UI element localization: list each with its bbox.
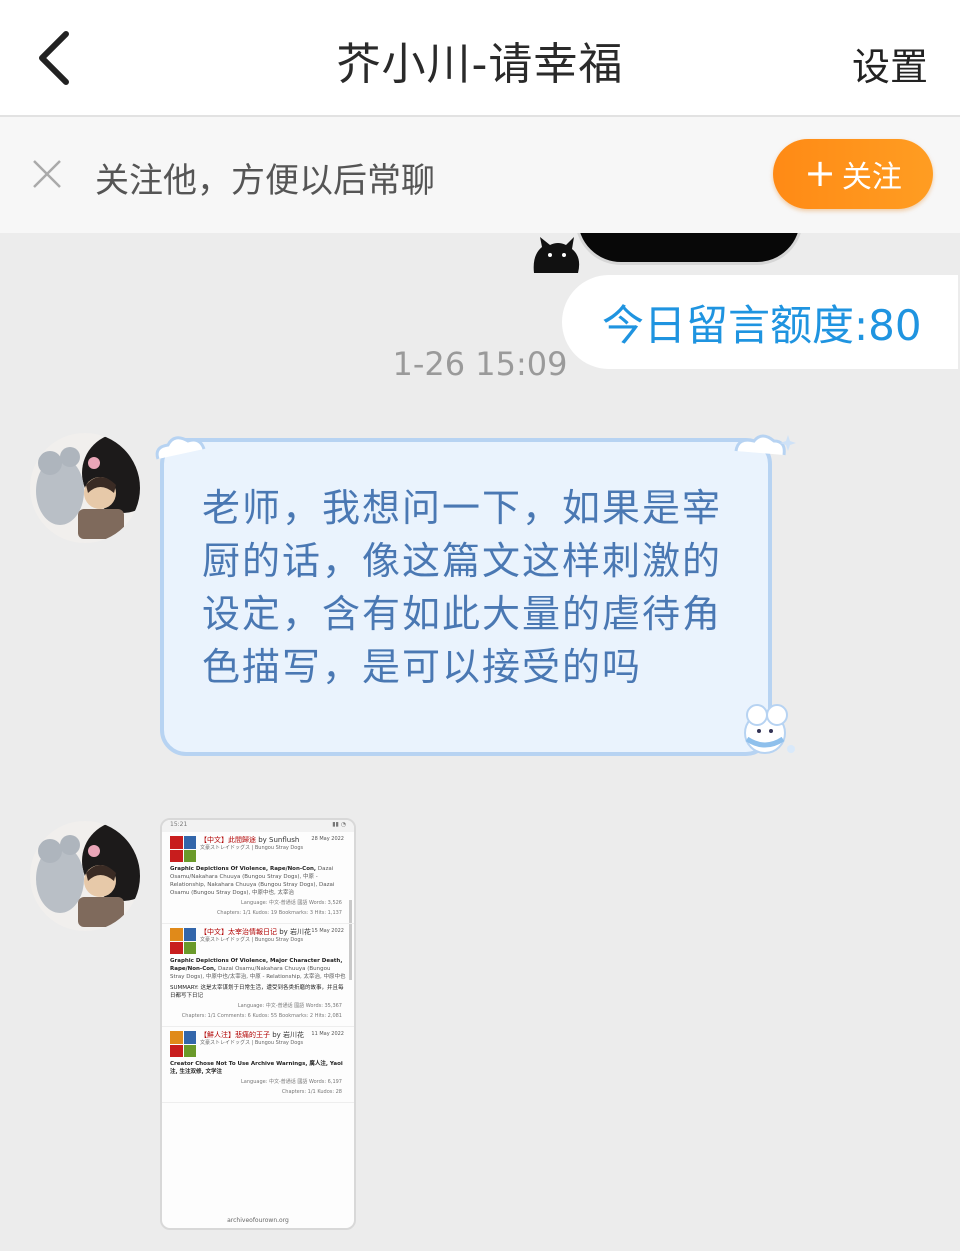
message-text: 老师，我想问一下，如果是宰厨的话，像这篇文这样刺激的设定，含有如此大量的虐待角色… bbox=[202, 486, 723, 689]
work-fandom: 文豪ストレイドッグス | Bungou Stray Dogs bbox=[200, 937, 304, 943]
work-date: 15 May 2022 bbox=[311, 928, 344, 934]
list-item: 28 May 2022 【中文】此間歸途 by Sunflush 文豪ストレイド… bbox=[162, 832, 354, 924]
plus-icon: + bbox=[804, 150, 836, 195]
top-bar: 芥小川-请幸福 设置 bbox=[0, 0, 960, 117]
list-item: 15 May 2022 【中文】太宰治情報日记 by 岩川花 文豪ストレイドッグ… bbox=[162, 924, 354, 1027]
cloud-decoration-icon bbox=[155, 436, 206, 460]
list-item: 11 May 2022 【鮮人注】悲痛的王子 by 岩川花 文豪ストレイドッグス… bbox=[162, 1027, 354, 1103]
follow-prompt: 关注他，方便以后常聊 bbox=[95, 161, 435, 201]
work-date: 11 May 2022 bbox=[311, 1031, 344, 1037]
contact-avatar[interactable] bbox=[30, 433, 140, 543]
follow-banner: 关注他，方便以后常聊 + 关注 bbox=[0, 117, 960, 233]
message-timestamp: 1-26 15:09 bbox=[392, 345, 568, 383]
work-author: by Sunflush bbox=[258, 836, 300, 844]
rating-badge-icon bbox=[170, 928, 196, 954]
image-status-icons: ▮▮ ◔ bbox=[332, 821, 346, 828]
image-status-bar: 15:21 ▮▮ ◔ bbox=[162, 820, 354, 832]
page-title: 芥小川-请幸福 bbox=[336, 39, 624, 90]
follow-button[interactable]: + 关注 bbox=[773, 139, 933, 209]
avatar-illustration-icon bbox=[30, 433, 140, 543]
work-warnings: Creator Chose Not To Use Archive Warning… bbox=[170, 1061, 343, 1075]
work-title: 【鮮人注】悲痛的王子 bbox=[200, 1031, 270, 1039]
avatar-illustration-icon bbox=[30, 821, 140, 931]
previous-message-bubble[interactable] bbox=[575, 233, 803, 265]
work-author: by 岩川花 bbox=[272, 1031, 305, 1039]
snow-character-icon bbox=[744, 704, 795, 754]
cat-sticker-icon bbox=[533, 237, 580, 273]
close-icon[interactable] bbox=[30, 157, 64, 191]
work-title: 【中文】太宰治情報日记 bbox=[200, 928, 277, 936]
work-author: by 岩川花 bbox=[279, 928, 312, 936]
work-title: 【中文】此間歸途 bbox=[200, 836, 256, 844]
image-url-bar: archiveofourown.org bbox=[227, 1217, 289, 1224]
image-status-time: 15:21 bbox=[170, 821, 188, 828]
chat-area[interactable]: 今日留言额度:80 1-26 15:09 老师，我想问一下，如果是宰厨的话，像这… bbox=[0, 233, 960, 1251]
work-date: 28 May 2022 bbox=[311, 836, 344, 842]
self-avatar[interactable] bbox=[838, 233, 928, 243]
work-stats: Chapters: 1/1 Kudos: 19 Bookmarks: 3 Hit… bbox=[216, 910, 342, 916]
work-stats: Chapters: 1/1 Comments: 6 Kudos: 55 Book… bbox=[181, 1013, 342, 1019]
work-stats: Language: 中文-普通话 國語 Words: 3,526 bbox=[241, 900, 342, 906]
work-stats: Language: 中文-普通话 國語 Words: 35,367 bbox=[237, 1003, 342, 1009]
cloud-decoration-icon bbox=[734, 434, 796, 456]
work-stats: Language: 中文-普通话 國語 Words: 6,197 bbox=[241, 1079, 342, 1085]
work-fandom: 文豪ストレイドッグス | Bungou Stray Dogs bbox=[200, 845, 304, 851]
follow-button-label: 关注 bbox=[841, 160, 902, 195]
work-stats: Chapters: 1/1 Kudos: 28 bbox=[281, 1089, 342, 1095]
rating-badge-icon bbox=[170, 836, 196, 862]
message-bubble[interactable]: 老师，我想问一下，如果是宰厨的话，像这篇文这样刺激的设定，含有如此大量的虐待角色… bbox=[160, 438, 772, 756]
work-fandom: 文豪ストレイドッグス | Bungou Stray Dogs bbox=[200, 1040, 304, 1046]
work-warnings: Graphic Depictions Of Violence, Rape/Non… bbox=[170, 866, 316, 872]
image-message[interactable]: 15:21 ▮▮ ◔ 28 May 2022 【中文】此間歸途 by Sunfl… bbox=[160, 818, 356, 1230]
settings-button[interactable]: 设置 bbox=[852, 36, 928, 91]
work-summary: SUMMARY: 这是太宰谋划于日常生活，遭受到各类折磨的故事，并且每日都写下日… bbox=[170, 985, 344, 999]
rating-badge-icon bbox=[170, 1031, 196, 1057]
contact-avatar[interactable] bbox=[30, 821, 140, 931]
